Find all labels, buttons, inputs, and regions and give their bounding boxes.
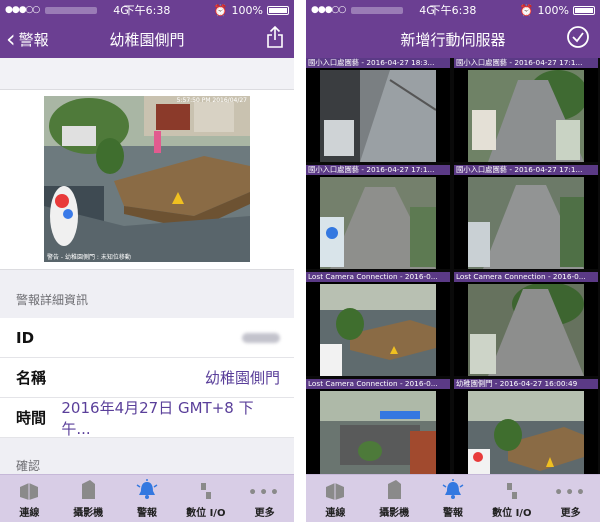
connection-icon (326, 483, 345, 500)
tab-label: 連線 (19, 508, 40, 519)
thumbnail-image (468, 177, 584, 269)
detail-row-id: ID (0, 318, 294, 358)
thumbnail-image (320, 284, 436, 376)
share-icon (267, 25, 283, 48)
alarm-bell-icon (442, 479, 464, 499)
connection-icon (20, 483, 39, 500)
thumbnail-image (320, 391, 436, 483)
alarm-thumbnail[interactable]: 國小入口處園藝 - 2016-04-27 17:1... (454, 58, 598, 162)
detail-value: 幼稚園側門 (204, 369, 280, 387)
detail-row-time: 時間 2016年4月27日 GMT+8 下午... (0, 398, 294, 438)
alarm-thumbnail-grid: 國小入口處園藝 - 2016-04-27 18:3... 國小入口處園藝 - 20… (306, 58, 600, 483)
status-time: 下午6:38 (123, 4, 171, 17)
digital-io-icon (506, 483, 517, 499)
thumbnail-image (320, 70, 436, 162)
tab-bar: 連線 攝影機 警報 數位 I/O ••• 更多 (306, 474, 600, 522)
alarm-thumbnail[interactable]: Lost Camera Connection - 2016-0... (306, 379, 450, 483)
battery-icon (267, 5, 289, 15)
tab-label: 數位 I/O (186, 508, 226, 519)
confirm-section-header: 確認 (0, 438, 294, 473)
detail-key: ID (16, 328, 35, 347)
tab-label: 更多 (254, 508, 275, 519)
more-icon: ••• (554, 485, 588, 501)
tab-label: 數位 I/O (492, 508, 532, 519)
page-title: 新增行動伺服器 (400, 30, 506, 49)
confirm-button[interactable] (566, 25, 590, 53)
back-label: 警報 (18, 30, 49, 49)
status-bar: ●●●○○ 4G 下午6:38 ⏰ 100% (306, 0, 600, 20)
snapshot-timestamp: 5:57:50 PM 2016/04/27 (176, 97, 247, 104)
nav-bar: ‹ 警報 幼稚園側門 (0, 20, 294, 58)
thumbnail-label: 國小入口處園藝 - 2016-04-27 17:1... (454, 165, 598, 175)
tab-digital-io[interactable]: 數位 I/O (482, 475, 541, 522)
status-time: 下午6:38 (429, 4, 477, 17)
status-bar: ●●●○○ 4G 下午6:38 ⏰ 100% (0, 0, 294, 20)
tab-more[interactable]: ••• 更多 (235, 475, 294, 522)
chevron-left-icon: ‹ (6, 25, 16, 53)
more-icon: ••• (248, 485, 282, 501)
tab-connection[interactable]: 連線 (0, 475, 59, 522)
tab-label: 警報 (442, 508, 463, 519)
thumbnail-image (468, 70, 584, 162)
thumbnail-label: Lost Camera Connection - 2016-0... (306, 379, 450, 389)
tab-alarm[interactable]: 警報 (118, 475, 177, 522)
alarm-thumbnail[interactable]: 幼稚園側門 - 2016-04-27 16:00:49 (454, 379, 598, 483)
detail-value-blurred (242, 329, 280, 347)
tab-label: 警報 (136, 508, 157, 519)
thumbnail-image (468, 284, 584, 376)
alarm-thumbnail[interactable]: Lost Camera Connection - 2016-0... (306, 272, 450, 376)
battery-icon (573, 5, 595, 15)
alarm-thumbnail[interactable]: 國小入口處園藝 - 2016-04-27 17:1... (306, 165, 450, 269)
checkmark-circle-icon (567, 26, 589, 48)
tab-more[interactable]: ••• 更多 (541, 475, 600, 522)
alarm-thumbnail[interactable]: 國小入口處園藝 - 2016-04-27 17:1... (454, 165, 598, 269)
detail-section-header: 警報詳細資訊 (0, 270, 294, 318)
tab-alarm[interactable]: 警報 (424, 475, 483, 522)
camera-icon (82, 480, 96, 499)
share-button[interactable] (266, 25, 284, 53)
tab-camera[interactable]: 攝影機 (59, 475, 118, 522)
tab-label: 攝影機 (379, 508, 410, 519)
alarm-thumbnail[interactable]: 國小入口處園藝 - 2016-04-27 18:3... (306, 58, 450, 162)
tab-connection[interactable]: 連線 (306, 475, 365, 522)
detail-key: 名稱 (16, 369, 47, 387)
detail-value: 2016年4月27日 GMT+8 下午... (61, 398, 254, 438)
snapshot-section: 5:57:50 PM 2016/04/27 警告 - 幼稚園側門 : 未知位移動 (0, 90, 294, 270)
digital-io-icon (200, 483, 211, 499)
tab-digital-io[interactable]: 數位 I/O (176, 475, 235, 522)
thumbnail-label: 國小入口處園藝 - 2016-04-27 17:1... (306, 165, 450, 175)
thumbnail-image (320, 177, 436, 269)
tab-label: 連線 (325, 508, 346, 519)
nav-bar: 新增行動伺服器 (306, 20, 600, 58)
thumbnail-label: 幼稚園側門 - 2016-04-27 16:00:49 (454, 379, 598, 389)
tab-bar: 連線 攝影機 警報 數位 I/O ••• 更多 (0, 474, 294, 522)
add-mobile-server-screen: ●●●○○ 4G 下午6:38 ⏰ 100% 新增行動伺服器 國小入口處園藝 -… (306, 0, 600, 522)
thumbnail-label: Lost Camera Connection - 2016-0... (454, 272, 598, 282)
snapshot-image (44, 96, 250, 262)
tab-label: 更多 (560, 508, 581, 519)
camera-icon (388, 480, 402, 499)
back-button[interactable]: ‹ 警報 (0, 27, 49, 51)
alarm-snapshot[interactable]: 5:57:50 PM 2016/04/27 警告 - 幼稚園側門 : 未知位移動 (44, 96, 250, 262)
alarm-thumbnail[interactable]: Lost Camera Connection - 2016-0... (454, 272, 598, 376)
detail-row-name: 名稱 幼稚園側門 (0, 358, 294, 398)
tab-camera[interactable]: 攝影機 (365, 475, 424, 522)
thumbnail-image (468, 391, 584, 483)
thumbnail-label: 國小入口處園藝 - 2016-04-27 18:3... (306, 58, 450, 68)
thumbnail-label: Lost Camera Connection - 2016-0... (306, 272, 450, 282)
alarm-detail-screen: ●●●○○ 4G 下午6:38 ⏰ 100% ‹ 警報 幼稚園側門 5:57:5… (0, 0, 294, 522)
detail-key: 時間 (16, 409, 47, 427)
thumbnail-label: 國小入口處園藝 - 2016-04-27 17:1... (454, 58, 598, 68)
alarm-bell-icon (136, 479, 158, 499)
snapshot-caption: 警告 - 幼稚園側門 : 未知位移動 (47, 254, 131, 261)
spacer (0, 58, 294, 90)
tab-label: 攝影機 (73, 508, 104, 519)
